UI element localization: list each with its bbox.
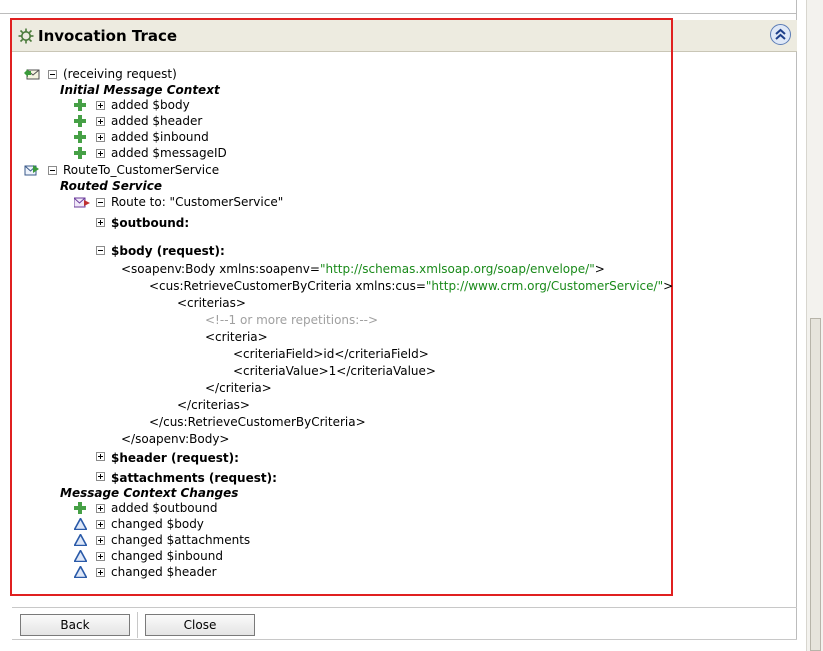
xml-line: <criteriaValue>1</criteriaValue> bbox=[233, 364, 436, 378]
xml-comment: <!--1 or more repetitions:--> bbox=[205, 313, 379, 327]
xml-line: <criterias> bbox=[177, 296, 246, 310]
changed-delta-icon bbox=[74, 566, 87, 578]
expand-toggle[interactable] bbox=[96, 504, 105, 513]
receiving-request-label: (receiving request) bbox=[63, 67, 177, 81]
close-button[interactable]: Close bbox=[145, 614, 255, 636]
added-icon bbox=[74, 147, 86, 159]
double-chevron-up-icon bbox=[775, 28, 786, 40]
xml-line: </cus:RetrieveCustomerByCriteria> bbox=[149, 415, 366, 429]
content-border bbox=[796, 14, 797, 639]
change-item: changed $attachments bbox=[111, 533, 251, 547]
expand-toggle[interactable] bbox=[96, 568, 105, 577]
change-item: changed $inbound bbox=[111, 549, 223, 563]
context-item: added $header bbox=[111, 114, 203, 128]
expand-toggle[interactable] bbox=[96, 117, 105, 126]
context-changes-heading: Message Context Changes bbox=[60, 486, 239, 500]
xml-line: </criterias> bbox=[177, 398, 250, 412]
header-request-label: $header (request): bbox=[111, 451, 239, 465]
xml-line: </soapenv:Body> bbox=[121, 432, 230, 446]
expand-toggle[interactable] bbox=[96, 452, 105, 461]
route-node-icon bbox=[24, 165, 39, 176]
initial-context-heading: Initial Message Context bbox=[60, 83, 220, 97]
footer-divider bbox=[12, 607, 797, 608]
xml-line: <criteriaField>id</criteriaField> bbox=[233, 347, 429, 361]
footer-bottom-border bbox=[12, 639, 797, 640]
route-node-label: RouteTo_CustomerService bbox=[63, 163, 220, 177]
expand-toggle[interactable] bbox=[96, 149, 105, 158]
changed-delta-icon bbox=[74, 550, 87, 562]
invocation-trace-highlight bbox=[10, 18, 673, 596]
context-item: added $messageID bbox=[111, 146, 227, 160]
added-icon bbox=[74, 131, 86, 143]
added-icon bbox=[74, 115, 86, 127]
changed-delta-icon bbox=[74, 534, 87, 546]
outbound-label: $outbound: bbox=[111, 216, 190, 230]
context-item: added $body bbox=[111, 98, 190, 112]
collapse-toggle[interactable] bbox=[96, 198, 105, 207]
expand-toggle[interactable] bbox=[96, 536, 105, 545]
body-request-label: $body (request): bbox=[111, 244, 225, 258]
xml-line: <soapenv:Body xmlns:soapenv="http://sche… bbox=[121, 262, 605, 276]
expand-toggle[interactable] bbox=[96, 472, 105, 481]
expand-toggle[interactable] bbox=[96, 133, 105, 142]
change-item: changed $header bbox=[111, 565, 217, 579]
changed-delta-icon bbox=[74, 518, 87, 530]
xml-line: </criteria> bbox=[205, 381, 272, 395]
scrollbar-thumb[interactable] bbox=[810, 318, 821, 651]
route-to-label: Route to: "CustomerService" bbox=[111, 195, 284, 209]
expand-toggle[interactable] bbox=[96, 101, 105, 110]
change-item: changed $body bbox=[111, 517, 204, 531]
xml-line: <cus:RetrieveCustomerByCriteria xmlns:cu… bbox=[149, 279, 674, 293]
expand-toggle[interactable] bbox=[96, 520, 105, 529]
added-icon bbox=[74, 99, 86, 111]
back-button[interactable]: Back bbox=[20, 614, 130, 636]
route-to-icon bbox=[74, 197, 90, 208]
collapse-button[interactable] bbox=[770, 24, 791, 45]
previous-section-bottom bbox=[0, 0, 797, 14]
added-icon bbox=[74, 502, 86, 514]
collapse-toggle[interactable] bbox=[48, 70, 57, 79]
receive-message-icon bbox=[24, 69, 40, 80]
button-separator bbox=[137, 612, 138, 638]
routed-service-heading: Routed Service bbox=[60, 179, 162, 193]
change-item: added $outbound bbox=[111, 501, 218, 515]
collapse-toggle[interactable] bbox=[48, 166, 57, 175]
expand-toggle[interactable] bbox=[96, 552, 105, 561]
xml-line: <criteria> bbox=[205, 330, 268, 344]
context-item: added $inbound bbox=[111, 130, 209, 144]
attachments-request-label: $attachments (request): bbox=[111, 471, 277, 485]
collapse-toggle[interactable] bbox=[96, 246, 105, 255]
expand-toggle[interactable] bbox=[96, 218, 105, 227]
